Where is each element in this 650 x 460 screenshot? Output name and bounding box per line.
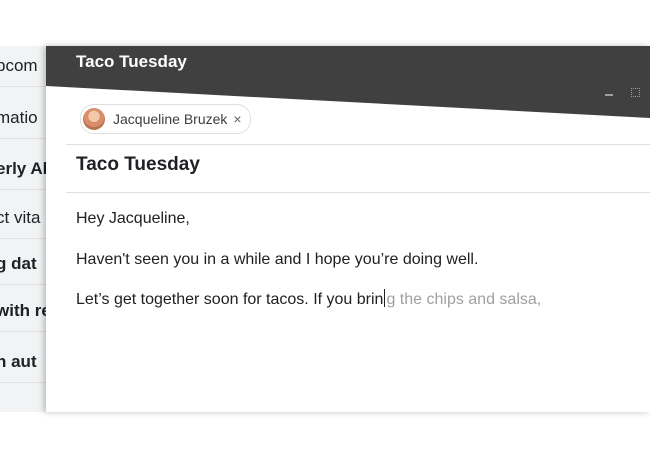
body-line-with-suggestion[interactable]: Let’s get together soon for tacos. If yo…: [76, 289, 541, 309]
divider: [66, 192, 650, 193]
compose-window: Taco Tuesday Jacqueline Bruzek × Taco Tu…: [46, 46, 650, 412]
fullscreen-icon[interactable]: [631, 88, 640, 97]
minimize-icon[interactable]: [605, 94, 613, 96]
body-line[interactable]: Haven't seen you in a while and I hope y…: [76, 251, 478, 269]
typed-text: Let’s get together soon for tacos. If yo…: [76, 291, 384, 308]
avatar: [83, 108, 105, 130]
subject-field[interactable]: Taco Tuesday: [76, 154, 200, 176]
divider: [66, 144, 650, 145]
remove-recipient-icon[interactable]: ×: [233, 111, 241, 127]
smart-compose-suggestion[interactable]: g the chips and salsa,: [386, 291, 541, 308]
recipient-chip[interactable]: Jacqueline Bruzek ×: [80, 104, 251, 134]
body-greeting[interactable]: Hey Jacqueline,: [76, 210, 190, 228]
recipient-name: Jacqueline Bruzek: [113, 111, 228, 127]
compose-window-title: Taco Tuesday: [76, 52, 187, 71]
